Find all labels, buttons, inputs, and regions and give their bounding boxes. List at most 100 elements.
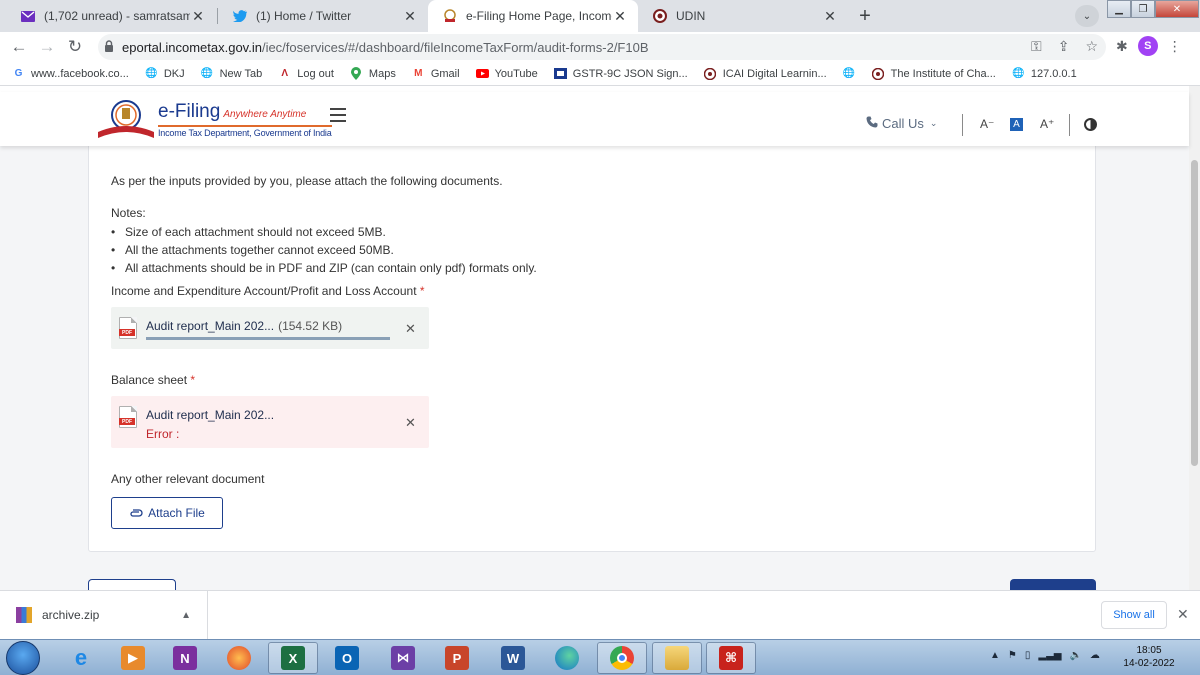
chevron-down-icon: ⌄: [929, 118, 938, 128]
taskbar-app-chrome[interactable]: [597, 642, 647, 674]
omnibox-actions: ⚿ ⇪ ☆: [1031, 38, 1098, 55]
taskbar-app-media[interactable]: ▶: [108, 642, 158, 674]
tray-expand-icon[interactable]: ▲: [990, 650, 1000, 661]
taskbar-app-visual-studio[interactable]: ⋈: [378, 642, 428, 674]
star-icon[interactable]: ☆: [1085, 38, 1098, 55]
bookmark-globe[interactable]: 🌐: [843, 67, 862, 80]
intro-text: As per the inputs provided by you, pleas…: [111, 174, 503, 188]
taskbar-app-explorer[interactable]: [652, 642, 702, 674]
required-mark: *: [190, 373, 196, 387]
taskbar: e ▶ N X O ⋈ P W ⌘ ▲ ⚑ ▯ ▂▃▅ 🔈 ☁ 18:05 14…: [0, 639, 1200, 675]
tab-mail[interactable]: (1,702 unread) - samratsam1@ya ✕: [6, 0, 216, 32]
back-button[interactable]: [88, 579, 176, 590]
contrast-icon[interactable]: [1084, 118, 1097, 131]
close-icon[interactable]: ✕: [402, 8, 418, 25]
restore-button[interactable]: ❐: [1131, 0, 1155, 18]
extensions-icon[interactable]: ✱: [1116, 38, 1128, 55]
outlook-icon: O: [335, 646, 359, 670]
attach-file-button[interactable]: Attach File: [111, 497, 223, 529]
close-icon[interactable]: ✕: [1177, 606, 1189, 623]
download-item[interactable]: archive.zip ▲: [0, 591, 208, 639]
youtube-icon: [475, 67, 489, 80]
tab-twitter[interactable]: (1) Home / Twitter ✕: [218, 0, 428, 32]
close-icon[interactable]: ✕: [612, 8, 628, 25]
icai-icon: [704, 67, 717, 80]
powerpoint-icon: P: [445, 646, 469, 670]
close-icon[interactable]: ✕: [190, 8, 206, 25]
close-icon[interactable]: ✕: [822, 8, 838, 25]
toolbar-right: ✱ S ⋮: [1116, 36, 1182, 56]
key-icon[interactable]: ⚿: [1031, 38, 1042, 55]
bookmark-localhost[interactable]: 🌐 127.0.0.1: [1012, 67, 1077, 80]
share-icon[interactable]: ⇪: [1058, 38, 1070, 55]
remove-file-button[interactable]: ✕: [405, 321, 416, 337]
tab-search-button[interactable]: ⌄: [1075, 5, 1099, 27]
window-close-button[interactable]: ✕: [1155, 0, 1199, 18]
bookmark-new-tab[interactable]: 🌐 New Tab: [201, 67, 262, 80]
notes-list: Size of each attachment should not excee…: [111, 223, 537, 277]
bookmark-icai-institute[interactable]: The Institute of Cha...: [872, 67, 996, 80]
minimize-button[interactable]: ▁: [1107, 0, 1131, 18]
back-icon[interactable]: ←: [8, 36, 30, 58]
font-decrease-button[interactable]: A⁻: [980, 117, 994, 131]
google-icon: G: [14, 68, 23, 79]
taskbar-app-onenote[interactable]: N: [160, 642, 210, 674]
reload-icon[interactable]: ↻: [64, 36, 86, 58]
bookmark-logout[interactable]: Λ Log out: [278, 67, 334, 80]
network-icon[interactable]: ▂▃▅: [1038, 650, 1061, 661]
new-tab-button[interactable]: +: [852, 3, 878, 29]
logout-icon: Λ: [281, 68, 289, 79]
bookmark-icai-digital[interactable]: ICAI Digital Learnin...: [704, 67, 827, 80]
taskbar-app-ie[interactable]: e: [56, 642, 106, 674]
clock-date: 14-02-2022: [1123, 658, 1175, 669]
scrollbar-thumb[interactable]: [1191, 160, 1198, 466]
avatar[interactable]: S: [1137, 36, 1158, 56]
acrobat-icon: ⌘: [719, 646, 743, 670]
chevron-up-icon[interactable]: ▲: [181, 610, 191, 621]
bookmark-maps[interactable]: Maps: [350, 67, 396, 80]
font-increase-button[interactable]: A⁺: [1040, 117, 1054, 131]
remove-file-button[interactable]: ✕: [405, 415, 416, 431]
page-content: As per the inputs provided by you, pleas…: [0, 146, 1189, 590]
divider: [962, 114, 963, 136]
flag-icon[interactable]: ⚑: [1008, 650, 1017, 661]
bookmark-facebook[interactable]: Gwww..facebook.co...: [12, 67, 129, 80]
font-default-button[interactable]: A: [1010, 118, 1023, 131]
taskbar-app-acrobat[interactable]: ⌘: [706, 642, 756, 674]
file-name: Audit report_Main 202... (154.52 KB): [146, 319, 343, 333]
download-file-name: archive.zip: [42, 608, 100, 622]
forward-icon[interactable]: →: [36, 36, 58, 58]
bookmark-gmail[interactable]: M Gmail: [412, 67, 459, 80]
hamburger-menu-icon[interactable]: [330, 108, 346, 126]
list-item: Size of each attachment should not excee…: [111, 223, 537, 241]
page-scrollbar[interactable]: [1189, 86, 1200, 590]
menu-icon[interactable]: ⋮: [1168, 38, 1182, 55]
tab-udin[interactable]: UDIN ✕: [638, 0, 848, 32]
volume-icon[interactable]: 🔈: [1069, 650, 1081, 661]
globe-icon: 🌐: [842, 68, 856, 79]
bookmark-dkj[interactable]: 🌐 DKJ: [145, 67, 185, 80]
battery-icon[interactable]: ▯: [1025, 650, 1031, 661]
address-bar[interactable]: eportal.incometax.gov.in/iec/foservices/…: [98, 34, 1106, 60]
continue-button[interactable]: [1010, 579, 1096, 590]
bookmark-gstr[interactable]: GSTR-9C JSON Sign...: [553, 67, 688, 80]
efiling-logo[interactable]: e-Filing Anywhere Anytime Income Tax Depa…: [96, 98, 332, 142]
cloud-icon[interactable]: ☁: [1090, 650, 1100, 661]
internet-explorer-icon: e: [74, 645, 88, 670]
taskbar-app-powerpoint[interactable]: P: [432, 642, 482, 674]
tab-efiling[interactable]: e-Filing Home Page, Income Tax ✕: [428, 0, 638, 32]
site-header: e-Filing Anywhere Anytime Income Tax Depa…: [0, 92, 1189, 146]
taskbar-app-word[interactable]: W: [488, 642, 538, 674]
start-button[interactable]: [6, 641, 40, 675]
twitter-icon: [232, 8, 248, 24]
taskbar-app-edge[interactable]: [542, 642, 592, 674]
onenote-icon: N: [173, 646, 197, 670]
taskbar-app-firefox[interactable]: [214, 642, 264, 674]
taskbar-clock[interactable]: 18:05 14-02-2022: [1120, 644, 1178, 670]
bookmark-youtube[interactable]: YouTube: [475, 67, 538, 80]
taskbar-app-excel[interactable]: X: [268, 642, 318, 674]
call-us-dropdown[interactable]: Call Us ⌄: [866, 116, 937, 131]
show-all-button[interactable]: Show all: [1101, 601, 1167, 629]
media-player-icon: ▶: [121, 646, 145, 670]
taskbar-app-outlook[interactable]: O: [322, 642, 372, 674]
